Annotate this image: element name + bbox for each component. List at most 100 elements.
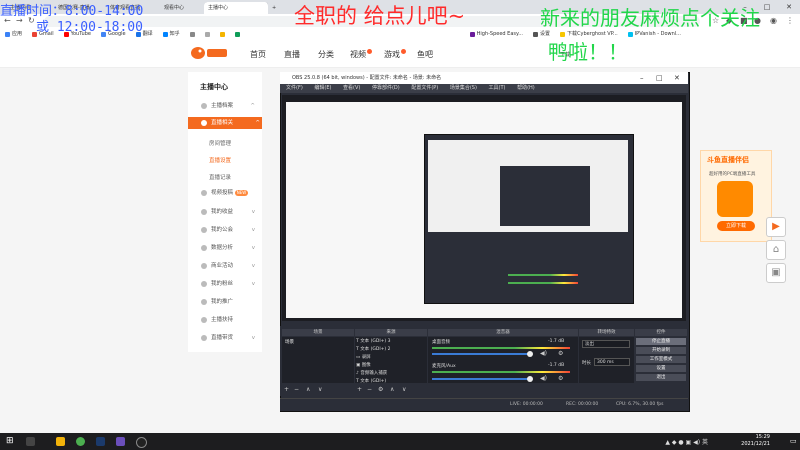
- gear-icon[interactable]: ⚙: [378, 386, 383, 393]
- source-item[interactable]: T 文本 (GDI+) 2: [356, 346, 424, 352]
- speaker-icon[interactable]: ◀): [540, 350, 547, 357]
- source-item[interactable]: ▣ 图像: [356, 362, 424, 368]
- audio-meter: [508, 274, 578, 276]
- arrow-down-icon[interactable]: ∨: [402, 386, 406, 393]
- exit-button[interactable]: 退出: [636, 374, 686, 381]
- remove-icon[interactable]: −: [294, 386, 299, 393]
- start-recording-button[interactable]: 开始录制: [636, 347, 686, 354]
- sidebar-item-video[interactable]: 视频投稿 NEW: [201, 187, 257, 199]
- menu-scene-collection[interactable]: 场景集合(S): [450, 85, 477, 91]
- sidebar-item-business[interactable]: 商业活动 v: [201, 260, 257, 272]
- arrow-down-icon[interactable]: ∨: [318, 386, 322, 393]
- menu-tools[interactable]: 工具(T): [489, 85, 506, 91]
- sidebar-item-analytics[interactable]: 数据分析 v: [201, 242, 257, 254]
- bookmark-item[interactable]: 应用: [0, 29, 27, 40]
- bookmark-item[interactable]: [215, 29, 230, 40]
- speaker-icon[interactable]: ◀): [540, 375, 547, 382]
- bookmark-item[interactable]: 知乎: [158, 29, 185, 40]
- source-item[interactable]: ♪ 音频输入捕获: [356, 370, 424, 376]
- ad-download-button[interactable]: 立即下载: [717, 221, 755, 231]
- audio-meter: [432, 347, 570, 349]
- bookmark-item[interactable]: High-Speed Easy...: [465, 29, 528, 40]
- bookmark-item[interactable]: [185, 29, 200, 40]
- app-icon[interactable]: [116, 437, 125, 446]
- task-view-icon[interactable]: [26, 437, 35, 446]
- sidebar-item-profile[interactable]: 主播档案 ^: [201, 100, 257, 112]
- sidebar-item-commerce[interactable]: 直播带货 v: [201, 332, 257, 344]
- menu-edit[interactable]: 编辑(E): [314, 85, 331, 91]
- nav-video[interactable]: 视频: [350, 49, 372, 60]
- gift-icon[interactable]: ▣: [766, 263, 786, 283]
- menu-docks[interactable]: 停靠部件(D): [372, 85, 400, 91]
- tray-icons[interactable]: ▲ ◆ ● ▣ ◀): [665, 439, 702, 446]
- minimize-icon[interactable]: –: [640, 72, 644, 84]
- file-explorer-icon[interactable]: [56, 437, 65, 446]
- sidebar-item-income[interactable]: 我的收益 v: [201, 206, 257, 218]
- gear-icon[interactable]: ⚙: [558, 350, 563, 357]
- close-icon[interactable]: ✕: [674, 72, 680, 84]
- transition-select[interactable]: 淡出: [582, 340, 630, 348]
- new-tab-button[interactable]: +: [268, 2, 282, 14]
- menu-file[interactable]: 文件(F): [286, 85, 303, 91]
- obs-icon[interactable]: [136, 437, 147, 448]
- maximize-icon[interactable]: □: [656, 72, 663, 84]
- scene-item[interactable]: 场景: [282, 337, 354, 347]
- chart-icon: [201, 244, 207, 251]
- nav-category[interactable]: 分类: [318, 49, 334, 60]
- subitem-live-settings[interactable]: 直播设置: [209, 156, 231, 164]
- add-icon[interactable]: +: [284, 386, 289, 393]
- volume-slider-handle[interactable]: [527, 351, 533, 357]
- volume-slider[interactable]: [432, 378, 532, 380]
- taskbar-clock[interactable]: 15:29 2021/12/21: [741, 434, 770, 448]
- settings-button[interactable]: 设置: [636, 365, 686, 372]
- bookmark-item[interactable]: [200, 29, 215, 40]
- volume-slider-handle[interactable]: [527, 376, 533, 382]
- sidebar-item-fans[interactable]: 我的粉丝 v: [201, 278, 257, 290]
- arrow-up-icon[interactable]: ∧: [390, 386, 394, 393]
- nav-live[interactable]: 直播: [284, 49, 300, 60]
- nav-home[interactable]: 首页: [250, 49, 266, 60]
- gear-icon[interactable]: ⚙: [558, 375, 563, 382]
- ad-panel[interactable]: 斗鱼直播伴侣 超好用的PC端直播工具 立即下载: [700, 150, 772, 242]
- scenes-list[interactable]: 场景: [282, 337, 354, 383]
- system-tray[interactable]: ▲ ◆ ● ▣ ◀) 英: [665, 437, 708, 446]
- menu-icon[interactable]: ⋮: [786, 16, 794, 25]
- stop-streaming-button[interactable]: 停止直播: [636, 338, 686, 345]
- notification-icon[interactable]: ▭: [790, 437, 798, 446]
- sidebar-item-guild[interactable]: 我的公会 v: [201, 224, 257, 236]
- sidebar-item-support[interactable]: 主播扶持: [201, 314, 257, 326]
- source-item[interactable]: T 文本 (GDI+): [356, 378, 424, 384]
- studio-mode-button[interactable]: 工作室模式: [636, 356, 686, 363]
- subitem-live-records[interactable]: 直播记录: [209, 173, 231, 181]
- nav-games[interactable]: 游戏: [384, 49, 406, 60]
- menu-view[interactable]: 查看(V): [343, 85, 360, 91]
- nested-obs-capture-inner: [500, 166, 590, 226]
- duration-input[interactable]: 300 ms: [594, 358, 630, 366]
- sidebar-item-promotion[interactable]: 我的推广: [201, 296, 257, 308]
- sidebar-item-live[interactable]: 直播相关 ^: [188, 117, 262, 129]
- menu-help[interactable]: 帮助(H): [517, 85, 535, 91]
- input-language[interactable]: 英: [702, 439, 708, 446]
- close-icon[interactable]: ✕: [778, 0, 800, 14]
- douyu-logo[interactable]: [190, 45, 230, 61]
- source-item[interactable]: ▭ 录屏: [356, 354, 424, 360]
- arrow-up-icon[interactable]: ∧: [306, 386, 310, 393]
- menu-profile[interactable]: 配置文件(P): [411, 85, 438, 91]
- dock-header-sources: 来源: [355, 329, 427, 336]
- windows-start-icon[interactable]: ⊞: [6, 437, 15, 446]
- steam-icon[interactable]: [96, 437, 105, 446]
- browser-tab[interactable]: 观看中心: [160, 2, 207, 14]
- remove-icon[interactable]: −: [367, 386, 372, 393]
- chrome-icon[interactable]: [76, 437, 85, 446]
- subitem-room-manage[interactable]: 房间管理: [209, 139, 231, 147]
- home-icon[interactable]: ⌂: [766, 240, 786, 260]
- nav-fishbar[interactable]: 鱼吧: [417, 49, 433, 60]
- new-dot-icon: [367, 49, 372, 54]
- play-icon[interactable]: ▶: [766, 217, 786, 237]
- volume-slider[interactable]: [432, 353, 532, 355]
- add-icon[interactable]: +: [357, 386, 362, 393]
- profile-icon[interactable]: ◉: [770, 16, 777, 25]
- bookmark-item[interactable]: [230, 29, 245, 40]
- source-item[interactable]: T 文本 (GDI+) 3: [356, 338, 424, 344]
- browser-tab-active[interactable]: 主播中心: [204, 2, 269, 14]
